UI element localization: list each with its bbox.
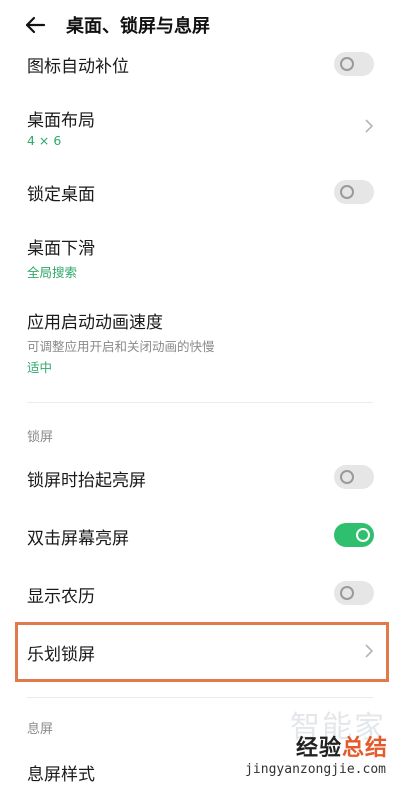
setting-label: 双击屏幕亮屏	[27, 529, 129, 549]
section-divider	[27, 697, 373, 698]
setting-label: 显示农历	[27, 587, 95, 607]
double-tap-toggle[interactable]	[334, 523, 374, 547]
icon-autofill-toggle[interactable]	[334, 52, 374, 76]
watermark-brand-accent: 总结	[341, 736, 388, 761]
setting-label: 桌面布局	[27, 111, 95, 131]
setting-label: 乐划锁屏	[27, 645, 95, 665]
section-header-screen-off: 息屏	[27, 722, 54, 737]
back-arrow-icon[interactable]	[24, 14, 46, 36]
setting-anim-speed[interactable]: 应用启动动画速度 可调整应用开启和关闭动画的快慢 适中	[0, 302, 400, 382]
setting-description: 可调整应用开启和关闭动画的快慢	[27, 339, 215, 354]
setting-lunar-calendar[interactable]: 显示农历	[0, 576, 400, 612]
setting-label: 息屏样式	[27, 765, 95, 785]
setting-double-tap-wake[interactable]: 双击屏幕亮屏	[0, 518, 400, 554]
watermark-url: jingyanzongjie.com	[245, 762, 386, 777]
setting-lift-to-wake[interactable]: 锁屏时抬起亮屏	[0, 460, 400, 496]
setting-label: 图标自动补位	[27, 57, 129, 77]
app-header: 桌面、锁屏与息屏	[0, 0, 400, 50]
setting-icon-autofill[interactable]: 图标自动补位	[0, 50, 400, 80]
setting-swipe-down[interactable]: 桌面下滑 全局搜索	[0, 228, 400, 284]
setting-label: 锁定桌面	[27, 185, 95, 205]
section-header-lock: 锁屏	[27, 430, 54, 445]
setting-value: 全局搜索	[27, 265, 78, 280]
lock-desktop-toggle[interactable]	[334, 180, 374, 204]
setting-label: 桌面下滑	[27, 239, 95, 259]
chevron-right-icon	[365, 119, 374, 133]
setting-value: 适中	[27, 360, 53, 375]
chevron-right-icon	[365, 644, 374, 658]
watermark-brand: 经验总结	[296, 730, 388, 762]
watermark-brand-pre: 经验	[295, 736, 342, 761]
section-divider	[27, 402, 373, 403]
setting-value: 4 × 6	[27, 133, 62, 148]
setting-lock-magazine[interactable]: 乐划锁屏	[0, 632, 400, 672]
setting-label: 应用启动动画速度	[27, 313, 163, 333]
lift-to-wake-toggle[interactable]	[334, 465, 374, 489]
page-title: 桌面、锁屏与息屏	[66, 16, 210, 37]
setting-desktop-layout[interactable]: 桌面布局 4 × 6	[0, 100, 400, 160]
setting-lock-desktop[interactable]: 锁定桌面	[0, 172, 400, 212]
setting-label: 锁屏时抬起亮屏	[27, 471, 146, 491]
lunar-toggle[interactable]	[334, 581, 374, 605]
